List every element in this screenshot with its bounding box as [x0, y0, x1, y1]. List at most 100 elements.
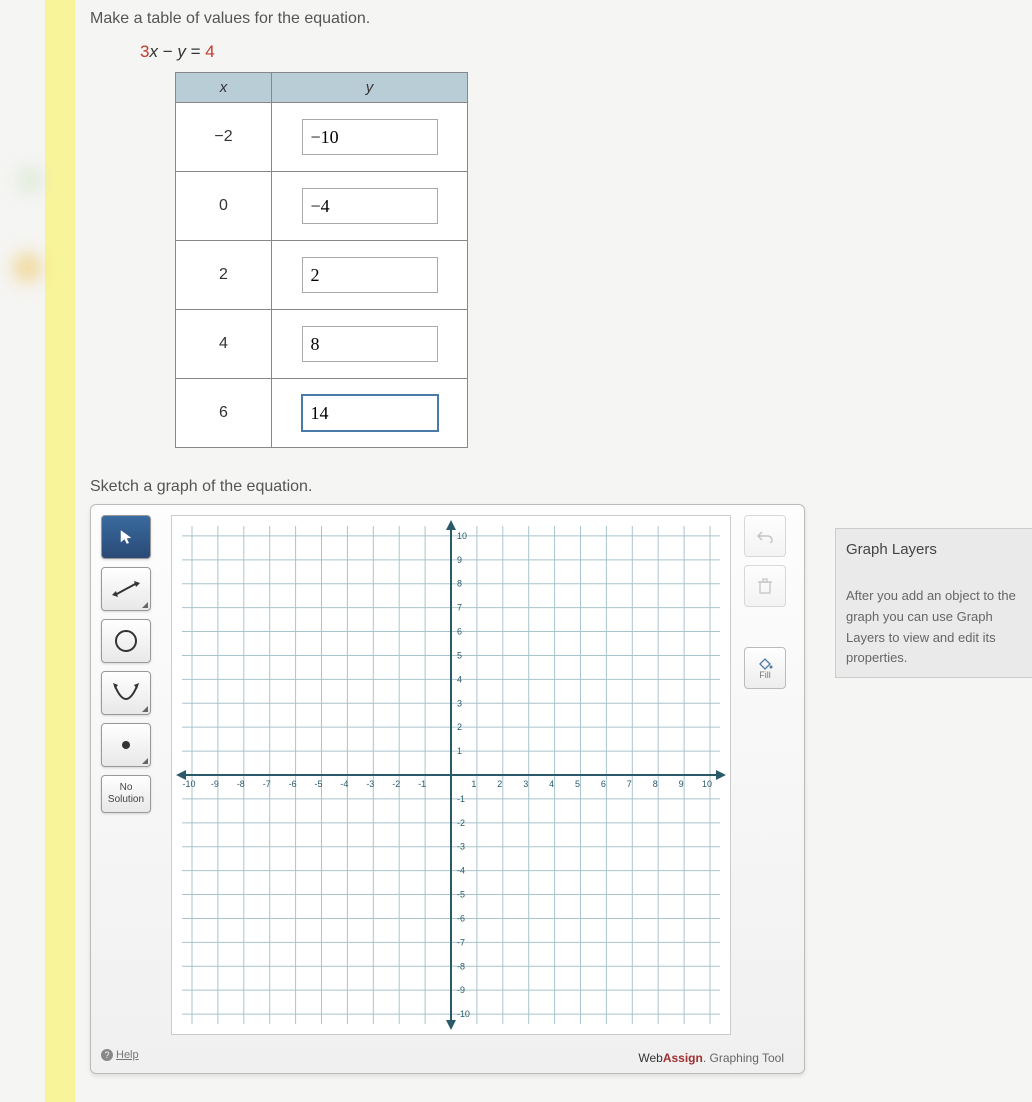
lens-flare [15, 165, 45, 195]
svg-text:-10: -10 [457, 1009, 470, 1019]
svg-text:3: 3 [457, 698, 462, 708]
svg-text:-4: -4 [457, 866, 465, 876]
x-cell: 4 [176, 310, 272, 379]
brand-bold: Assign [663, 1051, 703, 1065]
svg-text:-4: -4 [340, 779, 348, 789]
x-cell: 6 [176, 379, 272, 448]
table-row: 0 [176, 172, 468, 241]
svg-text:-1: -1 [418, 779, 426, 789]
fill-icon [757, 656, 773, 670]
svg-text:7: 7 [627, 779, 632, 789]
svg-text:5: 5 [575, 779, 580, 789]
graphing-tool-brand: WebAssign. Graphing Tool [638, 1051, 784, 1065]
svg-text:-2: -2 [392, 779, 400, 789]
y-input[interactable] [302, 119, 438, 155]
no-solution-label-2: Solution [108, 794, 144, 806]
values-table: x y −2 0 2 4 6 [175, 72, 468, 448]
svg-text:-6: -6 [289, 779, 297, 789]
trash-icon [758, 578, 772, 594]
parabola-tool[interactable] [101, 671, 151, 715]
tool-palette: No Solution [101, 515, 157, 821]
circle-icon [113, 628, 139, 654]
graph-layers-title: Graph Layers [846, 541, 1022, 558]
delete-button[interactable] [744, 565, 786, 607]
y-input[interactable] [302, 257, 438, 293]
graph-prompt: Sketch a graph of the equation. [90, 478, 1032, 496]
svg-text:7: 7 [457, 603, 462, 613]
y-input[interactable] [302, 395, 438, 431]
y-input[interactable] [302, 326, 438, 362]
graphing-tool: No Solution -10 -10 -9 -9 -8 -8 -7 -7 -6 -6 -5 -5 -4… [90, 504, 805, 1074]
svg-text:-3: -3 [366, 779, 374, 789]
svg-text:8: 8 [653, 779, 658, 789]
svg-text:-2: -2 [457, 818, 465, 828]
x-cell: 0 [176, 172, 272, 241]
svg-text:4: 4 [457, 674, 462, 684]
svg-text:8: 8 [457, 579, 462, 589]
table-row: −2 [176, 103, 468, 172]
equation-display: 3x − y = 4 [140, 42, 1032, 62]
svg-text:-6: -6 [457, 913, 465, 923]
x-cell: −2 [176, 103, 272, 172]
equation-equals: = [186, 42, 205, 61]
svg-text:-1: -1 [457, 794, 465, 804]
table-row: 4 [176, 310, 468, 379]
svg-text:-8: -8 [457, 961, 465, 971]
svg-text:-7: -7 [457, 937, 465, 947]
circle-tool[interactable] [101, 619, 151, 663]
table-row: 6 [176, 379, 468, 448]
svg-text:4: 4 [549, 779, 554, 789]
svg-text:1: 1 [457, 746, 462, 756]
no-solution-label-1: No [108, 782, 144, 794]
svg-text:5: 5 [457, 650, 462, 660]
fill-button[interactable]: Fill [744, 647, 786, 689]
svg-text:10: 10 [457, 531, 467, 541]
tool-submenu-icon [142, 602, 148, 608]
graph-layers-panel: Graph Layers After you add an object to … [835, 528, 1032, 678]
svg-text:-3: -3 [457, 842, 465, 852]
svg-text:10: 10 [702, 779, 712, 789]
no-solution-tool[interactable]: No Solution [101, 775, 151, 813]
progress-stripe [45, 0, 75, 1102]
svg-text:-8: -8 [237, 779, 245, 789]
svg-text:-5: -5 [457, 890, 465, 900]
right-toolbar: Fill [744, 515, 794, 697]
pointer-tool[interactable] [101, 515, 151, 559]
equation-var-y: y [177, 42, 186, 61]
svg-text:1: 1 [471, 779, 476, 789]
lens-flare [10, 250, 45, 285]
equation-var-x: x [149, 42, 158, 61]
table-row: 2 [176, 241, 468, 310]
svg-text:-10: -10 [183, 779, 196, 789]
undo-button[interactable] [744, 515, 786, 557]
svg-text:6: 6 [601, 779, 606, 789]
point-icon [120, 739, 132, 751]
equation-minus: − [158, 42, 177, 61]
help-icon: ? [101, 1049, 113, 1061]
svg-text:6: 6 [457, 627, 462, 637]
svg-text:-5: -5 [315, 779, 323, 789]
svg-text:3: 3 [523, 779, 528, 789]
svg-text:2: 2 [497, 779, 502, 789]
help-label: Help [116, 1049, 139, 1061]
svg-text:-9: -9 [457, 985, 465, 995]
svg-text:9: 9 [457, 555, 462, 565]
question-prompt: Make a table of values for the equation. [90, 10, 1032, 28]
svg-text:2: 2 [457, 722, 462, 732]
point-tool[interactable] [101, 723, 151, 767]
x-cell: 2 [176, 241, 272, 310]
brand-prefix: Web [638, 1051, 662, 1065]
line-tool[interactable] [101, 567, 151, 611]
svg-text:-7: -7 [263, 779, 271, 789]
svg-text:-9: -9 [211, 779, 219, 789]
line-icon [112, 579, 140, 599]
undo-icon [756, 529, 774, 543]
parabola-icon [112, 682, 140, 704]
fill-label: Fill [759, 670, 771, 680]
graph-canvas[interactable]: -10 -10 -9 -9 -8 -8 -7 -7 -6 -6 -5 -5 -4 -4 -3 -3 -2 -2 -1… [171, 515, 731, 1035]
brand-suffix: . Graphing Tool [703, 1051, 784, 1065]
help-link[interactable]: ?Help [101, 1049, 139, 1061]
tool-submenu-icon [142, 758, 148, 764]
y-input[interactable] [302, 188, 438, 224]
table-header-x: x [176, 73, 272, 103]
